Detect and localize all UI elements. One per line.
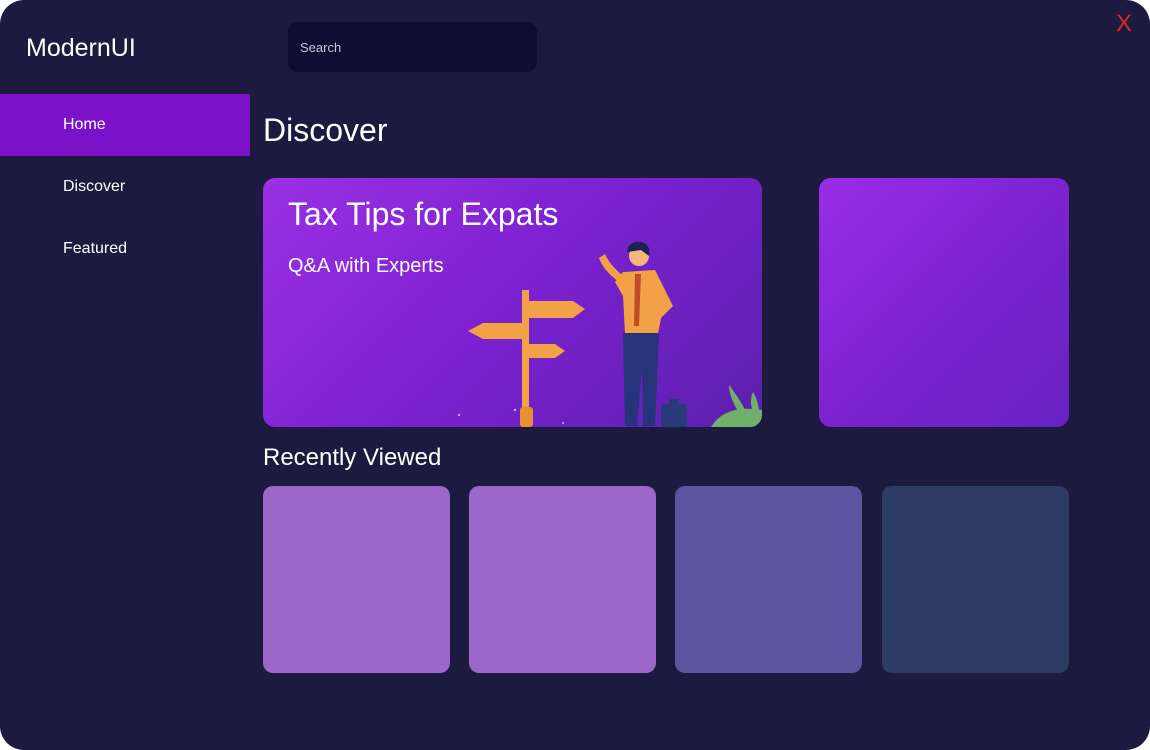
close-button[interactable]: X xyxy=(1116,10,1132,38)
featured-card[interactable]: Tax Tips for Expats Q&A with Experts xyxy=(263,178,762,427)
recent-tile-1[interactable] xyxy=(263,486,450,673)
sidebar-item-featured[interactable]: Featured xyxy=(0,218,250,280)
sidebar-item-home[interactable]: Home xyxy=(0,94,250,156)
secondary-featured-card[interactable] xyxy=(819,178,1069,427)
featured-title: Tax Tips for Expats xyxy=(288,196,559,232)
page-title: Discover xyxy=(263,112,388,148)
recent-tile-3[interactable] xyxy=(675,486,862,673)
featured-subtitle: Q&A with Experts xyxy=(288,255,444,277)
sidebar-nav: Home Discover Featured xyxy=(0,94,250,280)
sidebar-item-discover[interactable]: Discover xyxy=(0,156,250,218)
recent-tile-2[interactable] xyxy=(469,486,656,673)
recent-tile-4[interactable] xyxy=(882,486,1069,673)
app-window: ModernUI X Home Discover Featured Discov… xyxy=(0,0,1150,750)
search-input[interactable] xyxy=(288,22,537,72)
app-title: ModernUI xyxy=(26,34,136,62)
recently-viewed-heading: Recently Viewed xyxy=(263,444,442,471)
